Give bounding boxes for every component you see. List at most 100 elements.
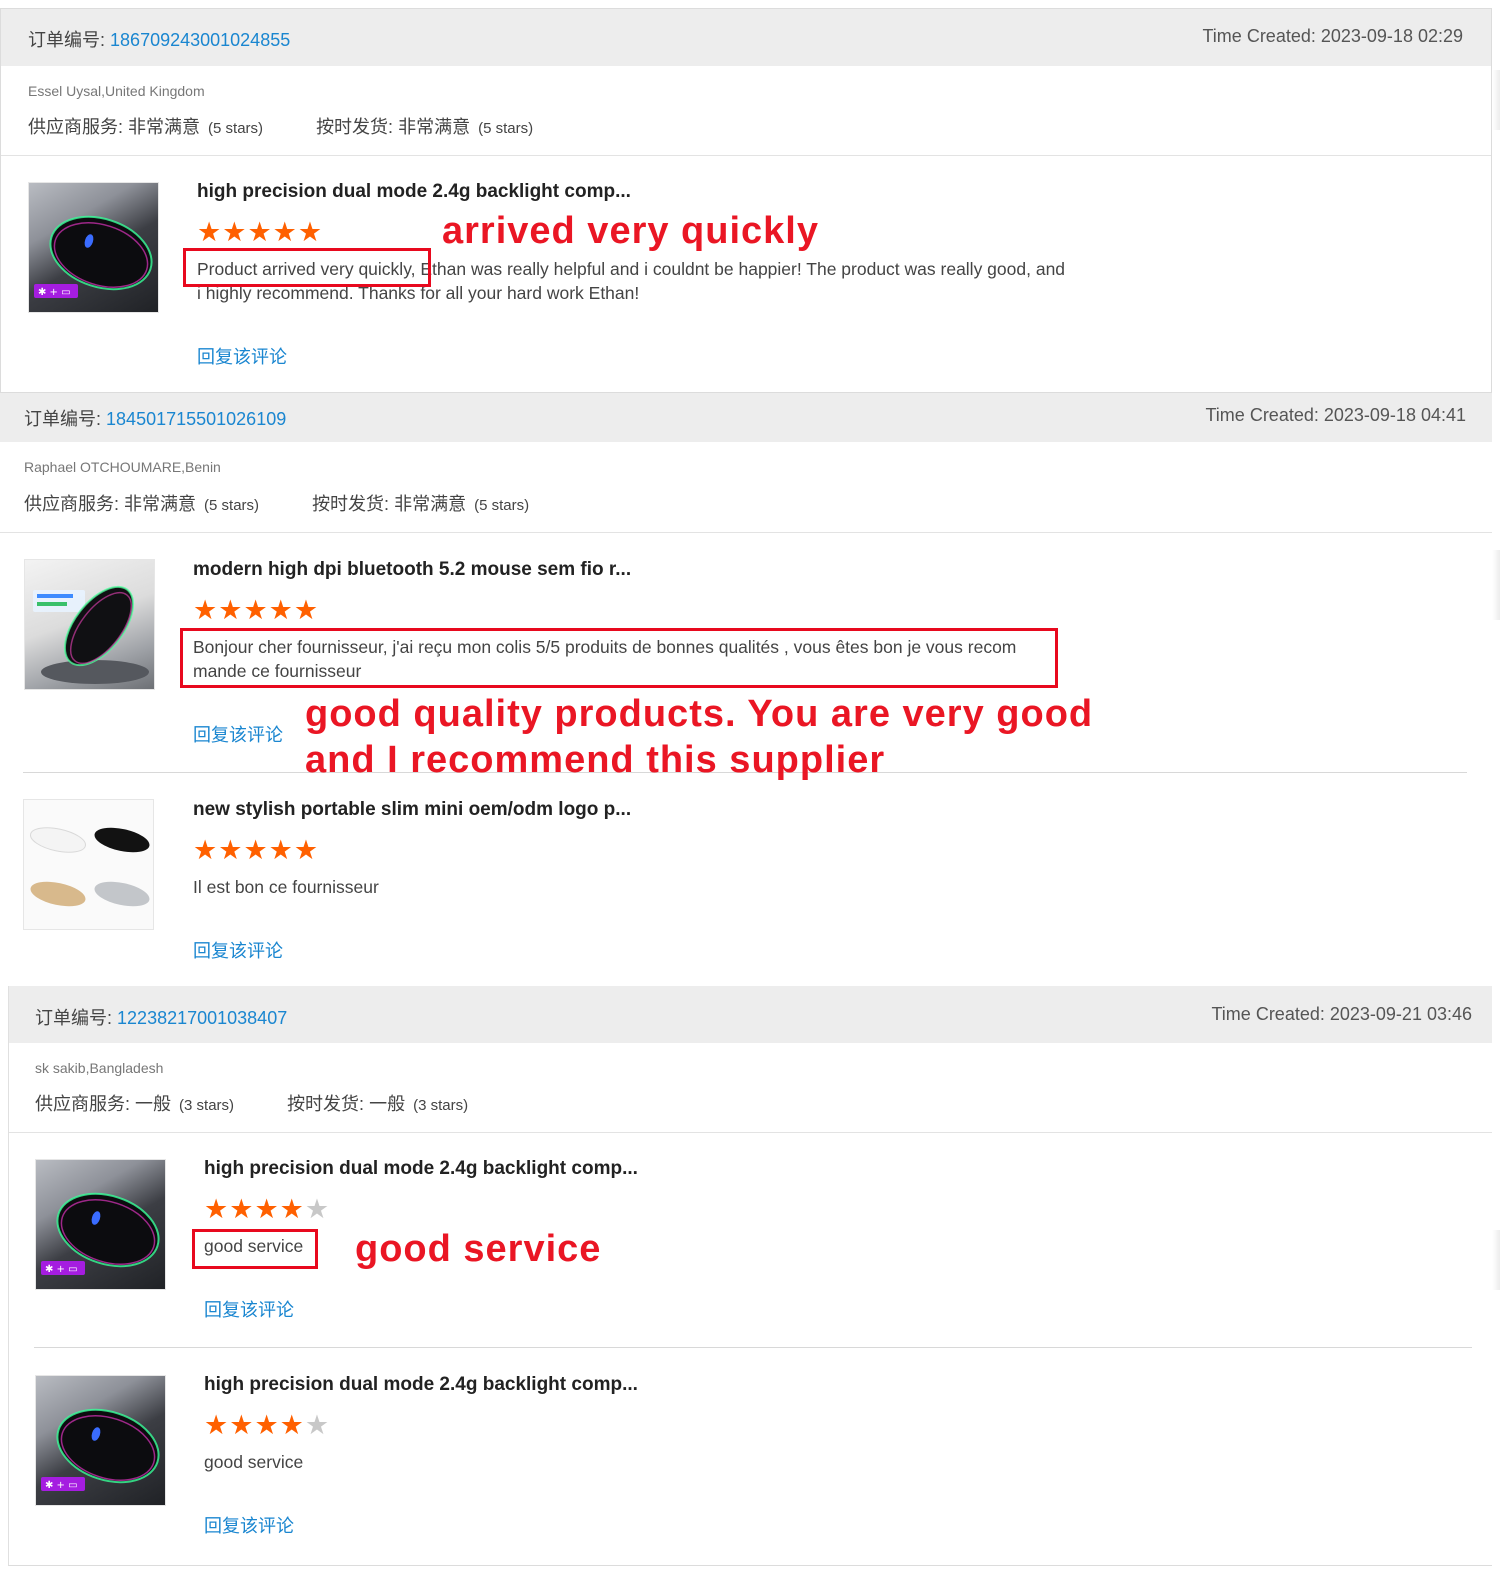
- star-icon: ★: [243, 595, 269, 625]
- review-text: good service: [204, 1236, 304, 1256]
- star-icon: ★: [229, 1410, 255, 1440]
- reply-review-link[interactable]: 回复该评论: [193, 721, 283, 747]
- time-created-caption: Time Created:: [1202, 26, 1316, 46]
- order-number-label: 订单编号: 12238217001038407: [35, 1004, 287, 1030]
- buyer-info: Raphael OTCHOUMARE,Benin: [24, 459, 221, 475]
- rating-value: 非常满意: [398, 117, 471, 137]
- annotation-recommend-supplier: and I recommend this supplier: [305, 739, 886, 781]
- rating-stars-count: (5 stars): [208, 120, 264, 137]
- reply-review-link[interactable]: 回复该评论: [204, 1296, 294, 1322]
- order-card: 订单编号: 186709243001024855 Time Created: 2…: [0, 8, 1492, 393]
- svg-text:✱ + ▭: ✱ + ▭: [45, 1264, 78, 1275]
- star-icon: ★: [304, 1194, 331, 1224]
- rating-label: 供应商服务:: [24, 494, 120, 514]
- time-created-caption: Time Created:: [1211, 1004, 1325, 1024]
- on-time-shipment-rating: 按时发货: 非常满意 (5 stars): [312, 490, 529, 516]
- star-icon: ★: [254, 1194, 280, 1224]
- rating-value: 非常满意: [394, 494, 467, 514]
- seller-ratings: 供应商服务: 非常满意 (5 stars) 按时发货: 非常满意 (5 stars): [28, 113, 533, 139]
- product-rating-stars: ★★★★★: [204, 1196, 330, 1223]
- order-number-label: 订单编号: 184501715501026109: [24, 405, 286, 431]
- reply-review-link[interactable]: 回复该评论: [197, 343, 287, 369]
- section-divider: [0, 532, 1492, 533]
- rating-value: 非常满意: [124, 494, 197, 514]
- rating-stars-count: (3 stars): [413, 1097, 469, 1114]
- buyer-info: Essel Uysal,United Kingdom: [28, 83, 205, 99]
- star-icon: ★: [268, 835, 294, 865]
- star-icon: ★: [204, 1194, 230, 1224]
- star-icon: ★: [204, 1410, 230, 1440]
- star-icon: ★: [304, 1410, 331, 1440]
- time-created: Time Created: 2023-09-21 03:46: [1211, 1004, 1472, 1025]
- time-created: Time Created: 2023-09-18 04:41: [1205, 405, 1466, 426]
- highlight-box: [180, 628, 1058, 688]
- rating-stars-count: (5 stars): [204, 497, 260, 514]
- annotation-arrived-very-quickly: arrived very quickly: [442, 210, 819, 252]
- star-icon: ★: [222, 217, 248, 247]
- order-no-caption: 订单编号:: [35, 1008, 113, 1028]
- order-header: 订单编号: 184501715501026109 Time Created: 2…: [0, 393, 1492, 442]
- highlight-box: [192, 1229, 318, 1269]
- time-created-value: 2023-09-18 02:29: [1320, 26, 1463, 46]
- product-thumbnail[interactable]: ✱ + ▭: [35, 1375, 166, 1506]
- annotation-good-service: good service: [355, 1228, 602, 1270]
- rating-stars-count: (3 stars): [179, 1097, 235, 1114]
- star-icon: ★: [247, 217, 273, 247]
- order-header: 订单编号: 186709243001024855 Time Created: 2…: [1, 9, 1491, 66]
- product-thumbnail[interactable]: ✱ + ▭: [28, 182, 159, 313]
- supplier-service-rating: 供应商服务: 非常满意 (5 stars): [24, 490, 259, 516]
- product-title[interactable]: modern high dpi bluetooth 5.2 mouse sem …: [193, 559, 631, 581]
- section-divider: [1, 155, 1491, 156]
- order-number-label: 订单编号: 186709243001024855: [28, 26, 290, 52]
- section-divider: [9, 1132, 1492, 1133]
- rating-label: 按时发货:: [312, 494, 390, 514]
- star-icon: ★: [218, 835, 244, 865]
- star-icon: ★: [193, 835, 219, 865]
- order-number-link[interactable]: 186709243001024855: [110, 30, 290, 50]
- mouse-image: [30, 827, 150, 907]
- product-rating-stars: ★★★★★: [193, 837, 319, 864]
- product-title[interactable]: high precision dual mode 2.4g backlight …: [197, 181, 631, 203]
- star-icon: ★: [293, 595, 320, 625]
- rating-label: 供应商服务:: [35, 1094, 131, 1114]
- svg-text:✱ + ▭: ✱ + ▭: [45, 1480, 78, 1491]
- star-icon: ★: [193, 595, 219, 625]
- mouse-image: [33, 585, 149, 684]
- product-thumbnail[interactable]: [23, 799, 154, 930]
- mouse-image: ✱ + ▭: [34, 215, 153, 298]
- product-thumbnail[interactable]: ✱ + ▭: [35, 1159, 166, 1290]
- order-number-link[interactable]: 184501715501026109: [106, 409, 286, 429]
- product-title[interactable]: new stylish portable slim mini oem/odm l…: [193, 799, 631, 821]
- order-card: 订单编号: 12238217001038407 Time Created: 20…: [8, 986, 1492, 1566]
- review-text: Il est bon ce fournisseur: [193, 877, 379, 897]
- star-icon: ★: [243, 835, 269, 865]
- on-time-shipment-rating: 按时发货: 非常满意 (5 stars): [316, 113, 533, 139]
- time-created-value: 2023-09-18 04:41: [1323, 405, 1466, 425]
- rating-value: 非常满意: [128, 117, 201, 137]
- rating-label: 供应商服务:: [28, 117, 124, 137]
- product-rating-stars: ★★★★★: [197, 219, 323, 246]
- star-icon: ★: [218, 595, 244, 625]
- order-header: 订单编号: 12238217001038407 Time Created: 20…: [9, 986, 1492, 1043]
- product-title[interactable]: high precision dual mode 2.4g backlight …: [204, 1374, 638, 1396]
- order-no-caption: 订单编号:: [28, 30, 106, 50]
- order-number-link[interactable]: 12238217001038407: [117, 1008, 287, 1028]
- time-created-caption: Time Created:: [1205, 405, 1319, 425]
- scroll-edge-shadow: [1492, 70, 1500, 130]
- review-text: good service: [204, 1452, 304, 1472]
- product-thumbnail[interactable]: [24, 559, 155, 690]
- annotation-good-quality: good quality products. You are very good: [305, 693, 1094, 735]
- star-icon: ★: [229, 1194, 255, 1224]
- rating-value: 一般: [135, 1094, 172, 1114]
- reply-review-link[interactable]: 回复该评论: [193, 937, 283, 963]
- rating-label: 按时发货:: [287, 1094, 365, 1114]
- product-rating-stars: ★★★★★: [193, 597, 319, 624]
- order-card: 订单编号: 184501715501026109 Time Created: 2…: [0, 393, 1492, 983]
- scroll-edge-shadow: [1492, 1230, 1500, 1290]
- product-title[interactable]: high precision dual mode 2.4g backlight …: [204, 1158, 638, 1180]
- reply-review-link[interactable]: 回复该评论: [204, 1512, 294, 1538]
- star-icon: ★: [197, 217, 223, 247]
- mouse-image: ✱ + ▭: [41, 1192, 160, 1275]
- buyer-info: sk sakib,Bangladesh: [35, 1060, 164, 1076]
- rating-stars-count: (5 stars): [474, 497, 530, 514]
